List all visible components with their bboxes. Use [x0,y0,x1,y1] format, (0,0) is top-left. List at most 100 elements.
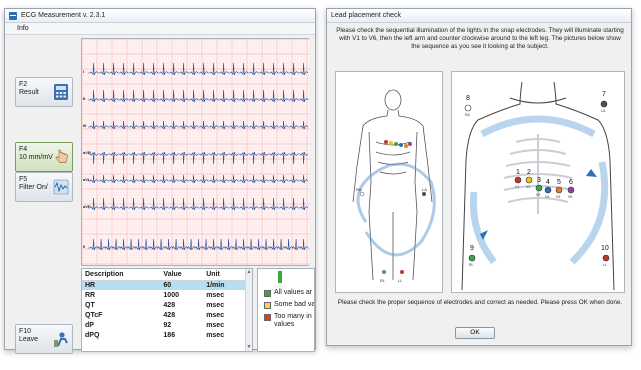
small-label-la: LA [422,187,427,192]
electrode-number: 9 [470,245,474,252]
lead-placement-dialog: Lead placement check Please check the se… [326,8,632,346]
electrode-rl [468,254,476,262]
row-unit: msec [206,331,225,339]
electrode-v3 [535,184,543,192]
table-row[interactable]: QTcF 428 msec [82,310,246,320]
table-scrollbar[interactable]: ▲ ▼ [245,269,252,351]
legend-item: Some bad va [264,301,315,309]
ok-button[interactable]: OK [455,327,495,339]
table-row[interactable]: HR 60 1/min [82,280,246,290]
table-row[interactable]: dPQ 186 msec [82,330,246,340]
electrode-number: 5 [557,179,561,186]
filter-icon [53,179,69,195]
legend-text: All values ar [274,289,313,296]
row-desc: QT [85,301,95,309]
scroll-down-icon[interactable]: ▼ [246,344,252,351]
electrode-tag: V3 [536,193,540,197]
table-row[interactable]: dP 92 msec [82,320,246,330]
lead-label-iii: III [83,123,87,128]
electrode-tag: V2 [526,185,530,189]
electrode-tag: V6 [568,195,572,199]
electrode-number: 6 [569,179,573,186]
electrode-number: 7 [602,91,606,98]
quality-indicator-bar [278,271,282,283]
row-desc: QTcF [85,311,103,319]
scroll-up-icon[interactable]: ▲ [246,269,252,276]
body-outline-small: RA LA RL LL [352,89,436,283]
row-unit: 1/min [203,280,246,290]
electrode-number: 8 [466,95,470,102]
electrode-tag: V4 [545,195,549,199]
table-header-row: Description Value Unit [82,269,246,281]
scale-button[interactable]: F4 10 mm/mV [15,142,73,172]
electrode-number: 3 [537,177,541,184]
body-overview-panel: RA LA RL LL [335,71,443,293]
electrode-v1 [514,176,522,184]
row-desc: dPQ [85,331,100,339]
header-unit[interactable]: Unit [203,269,246,281]
row-value: 428 [163,311,176,319]
header-description[interactable]: Description [82,269,161,281]
row-desc: RR [85,291,96,299]
green-square-icon [264,290,271,297]
instructions-text: Please check the sequential illumination… [336,27,624,50]
footer-instructions: Please check the proper sequence of elec… [337,299,623,306]
ecg-window: ECG Measurement v. 2.3.1 Info F2 Result … [4,8,316,354]
electrode-v2 [525,176,533,184]
electrode-v6 [567,186,575,194]
electrode-number: 10 [601,245,609,252]
small-label-ll: LL [398,278,403,283]
filter-button[interactable]: F5 Filter On/ [15,172,73,202]
row-value: 92 [163,321,172,329]
electrode-tag: V1 [515,185,519,189]
electrode-la [600,100,608,108]
row-value: 60 [160,280,204,290]
small-label-rl: RL [380,278,386,283]
measurement-table-panel: Description Value Unit HR 60 1/min RR 10… [81,268,253,352]
lead-label-avf: aVF [83,204,91,209]
dialog-title: Lead placement check [331,12,402,19]
electrode-ra [464,104,472,112]
row-unit: msec [206,301,225,309]
ecg-titlebar: ECG Measurement v. 2.3.1 [5,9,315,23]
measurement-table: Description Value Unit HR 60 1/min RR 10… [82,269,246,340]
result-button[interactable]: F2 Result [15,77,73,107]
row-unit: msec [206,311,225,319]
legend-item: All values ar [264,289,314,297]
menu-bar: Info [5,23,315,35]
lead-label-ii: II [83,96,86,101]
row-value: 1000 [163,291,179,299]
lead-label-avl: aVL [83,177,91,182]
small-label-ra: RA [356,187,362,192]
leave-button[interactable]: F10 Leave [15,324,73,354]
legend-text: Some bad va [274,301,315,308]
exit-icon [54,332,68,347]
ecg-window-title: ECG Measurement v. 2.3.1 [21,12,106,19]
electrode-tag: V5 [556,195,560,199]
row-value: 186 [163,331,176,339]
electrode-number: 4 [546,179,550,186]
ecg-grid [82,39,310,265]
red-square-icon [264,314,271,321]
electrode-tag: LL [603,263,607,267]
table-row[interactable]: QT 428 msec [82,300,246,310]
function-key-panel: F2 Result F4 10 mm/mV F5 Filter On/ F10 … [7,40,77,354]
table-row[interactable]: RR 1000 msec [82,290,246,300]
electrode-tag: LA [601,109,606,113]
electrode-v4 [544,186,552,194]
torso-illustration: 1 V1 2 V2 3 V3 4 V4 5 V5 6 V6 7 LA 8 RA 9 RL 10 LL [461,81,615,291]
quality-legend: All values ar Some bad va Too many in va… [257,268,315,352]
electrode-v5 [555,186,563,194]
lead-label-i: I [83,69,85,74]
hand-pointer-icon [55,149,68,163]
yellow-square-icon [264,302,271,309]
lead-label-rhythm: II [83,244,86,249]
ecg-app-icon [9,11,17,20]
dialog-titlebar: Lead placement check [327,9,631,23]
row-unit: msec [206,291,225,299]
header-value[interactable]: Value [160,269,204,281]
ecg-trace-view[interactable]: I II III aVR aVL aVF II [81,38,310,266]
menu-item-info[interactable]: Info [11,25,35,32]
torso-detail-panel: 1 V1 2 V2 3 V3 4 V4 5 V5 6 V6 7 LA 8 RA 9 RL 10 LL [451,71,625,293]
row-desc: dP [85,321,94,329]
